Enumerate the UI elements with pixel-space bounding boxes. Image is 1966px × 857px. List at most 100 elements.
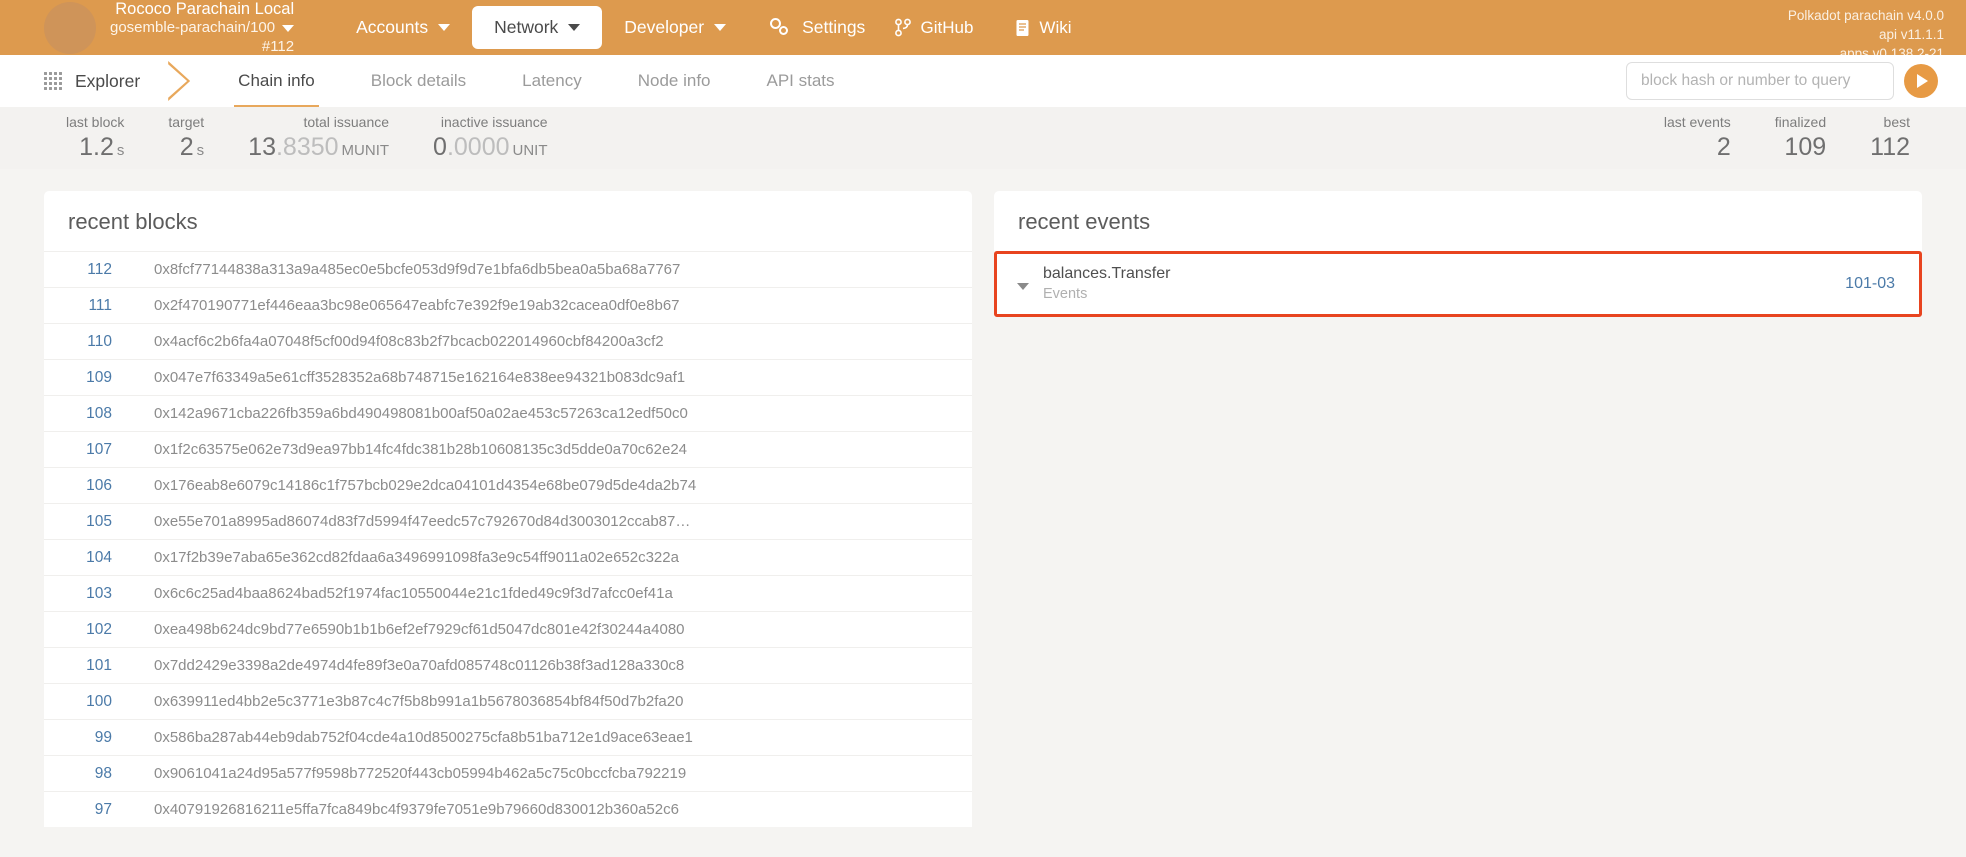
block-row: 100 0x639911ed4bb2e5c3771e3b87c4c7f5b8b99… [44,683,972,719]
block-hash: 0xe55e701a8995ad86074d83f7d5994f47eedc57… [154,513,691,530]
stat-number: 1.2 [79,132,114,161]
block-hash: 0x4acf6c2b6fa4a07048f5cf00d94f08c83b2f7b… [154,333,664,350]
tab-chain-info[interactable]: Chain info [210,55,343,107]
chevron-down-icon [568,24,581,31]
block-row: 109 0x047e7f63349a5e61cff3528352a68b74871… [44,359,972,395]
nav-item-developer[interactable]: Developer [602,6,748,49]
block-number-link[interactable]: 103 [68,585,112,603]
recent-events-panel: recent events balances.Transfer Events 101… [994,191,1922,317]
top-header-bar: Rococo Parachain Local gosemble-parachai… [0,0,1966,61]
block-number-link[interactable]: 101 [68,657,112,675]
block-row: 103 0x6c6c25ad4baa8624bad52f1974fac105500… [44,575,972,611]
stat-number: 13 [248,132,276,161]
stat-value: 2s [180,133,204,161]
gear-icon [770,17,792,38]
tab-label: Node info [637,71,711,90]
block-number-link[interactable]: 99 [68,729,112,747]
version-line-api: api v11.1.1 [1878,27,1944,43]
event-block-link[interactable]: 101-03 [1845,275,1895,293]
stat-decimals: .0000 [446,132,510,161]
block-row: 99 0x586ba287ab44eb9dab752f04cde4a10d8500… [44,719,972,755]
nav-item-network[interactable]: Network [472,6,603,49]
event-name: balances.Transfer [1043,265,1171,282]
block-number-link[interactable]: 111 [68,297,112,315]
block-number-link[interactable]: 109 [68,369,112,387]
event-row[interactable]: balances.Transfer Events 101-03 [997,254,1919,314]
block-number-link[interactable]: 98 [68,765,112,783]
block-number-link[interactable]: 106 [68,477,112,495]
block-row: 98 0x9061041a24d95a577f9598b772520f443cb0… [44,755,972,791]
chain-info[interactable]: Rococo Parachain Local gosemble-parachai… [110,0,296,56]
block-hash: 0x639911ed4bb2e5c3771e3b87c4c7f5b8b991a1… [154,693,684,710]
stat-last-events: last events 2 [1642,114,1753,162]
tab-label: Latency [522,71,582,90]
wiki-link[interactable]: Wiki [1015,18,1072,38]
block-number-link[interactable]: 110 [68,333,112,351]
block-number-link[interactable]: 100 [68,693,112,711]
block-number-link[interactable]: 105 [68,513,112,531]
block-row: 110 0x4acf6c2b6fa4a07048f5cf00d94f08c83b2… [44,323,972,359]
block-row: 97 0x40791926816211e5ffa7fca849bc4f9379fe… [44,791,972,827]
stat-label: last events [1663,113,1731,130]
recent-blocks-title: recent blocks [44,191,972,251]
block-hash: 0x9061041a24d95a577f9598b772520f443cb059… [154,765,687,782]
block-number-link[interactable]: 112 [68,261,112,279]
block-row: 112 0x8fcf77144838a313a9a485ec0e5bcfe053d… [44,251,972,287]
block-hash: 0x8fcf77144838a313a9a485ec0e5bcfe053d9f9… [154,261,681,278]
chevron-down-icon [714,24,727,31]
stat-unit: MUNIT [341,141,390,159]
nav-item-label: Settings [802,17,866,37]
section-explorer[interactable]: Explorer [0,55,166,107]
chevron-down-icon[interactable] [282,24,295,32]
search-go-button[interactable] [1904,64,1938,98]
recent-events-list: balances.Transfer Events 101-03 [994,251,1922,317]
version-line-node: Polkadot parachain v4.0.0 [1787,8,1944,23]
block-hash: 0x176eab8e6079c14186c1f757bcb029e2dca041… [154,477,697,494]
chevron-down-icon [438,24,451,31]
block-row: 111 0x2f470190771ef446eaa3bc98e065647eabf… [44,287,972,323]
stat-unit: UNIT [512,141,548,159]
stat-value: 109 [1784,132,1827,161]
block-number-link[interactable]: 107 [68,441,112,459]
block-hash: 0x40791926816211e5ffa7fca849bc4f9379fe70… [154,801,679,818]
tab-block-details[interactable]: Block details [343,55,494,107]
stat-value: 2 [1716,132,1731,161]
search-input[interactable] [1626,62,1894,100]
stat-value: 13.8350 MUNIT [248,133,389,161]
nav-item-settings[interactable]: Settings [748,6,887,49]
block-hash: 0x2f470190771ef446eaa3bc98e065647eabfc7e… [154,297,680,314]
block-hash: 0x6c6c25ad4baa8624bad52f1974fac10550044e… [154,585,673,602]
book-icon [1016,19,1029,36]
event-subtitle: Events [1043,285,1088,302]
tab-api-stats[interactable]: API stats [739,55,863,107]
stat-label: inactive issuance [440,113,548,130]
recent-events-title: recent events [994,191,1922,251]
main-content: recent blocks 112 0x8fcf77144838a313a9a48… [0,169,1966,827]
tab-list: Chain info Block details Latency Node in… [210,55,862,107]
github-link[interactable]: GitHub [894,18,973,38]
block-number-link[interactable]: 97 [68,801,112,819]
stat-label: total issuance [303,113,390,130]
nav-item-accounts[interactable]: Accounts [334,6,472,49]
nav-item-label: Developer [624,17,705,37]
expand-triangle-icon[interactable] [1017,283,1029,291]
block-hash: 0x142a9671cba226fb359a6bd490498081b00af5… [154,405,688,422]
chain-logo-avatar [44,1,96,54]
stat-label: best [1883,113,1910,130]
tab-latency[interactable]: Latency [494,55,610,107]
block-number-link[interactable]: 102 [68,621,112,639]
chain-current-block: #112 [261,37,295,55]
tab-node-info[interactable]: Node info [610,55,739,107]
block-row: 108 0x142a9671cba226fb359a6bd490498081b00… [44,395,972,431]
stat-unit: s [196,141,205,159]
stat-total-issuance: total issuance 13.8350 MUNIT [226,114,411,162]
stat-finalized: finalized 109 [1753,114,1848,162]
chain-name: Rococo Parachain Local [115,0,295,19]
stat-target: target 2s [146,114,226,162]
block-number-link[interactable]: 104 [68,549,112,567]
block-hash: 0x586ba287ab44eb9dab752f04cde4a10d850027… [154,729,693,746]
block-number-link[interactable]: 108 [68,405,112,423]
code-branch-icon [895,18,911,37]
stat-decimals: .8350 [275,132,339,161]
stat-unit: s [116,141,125,159]
